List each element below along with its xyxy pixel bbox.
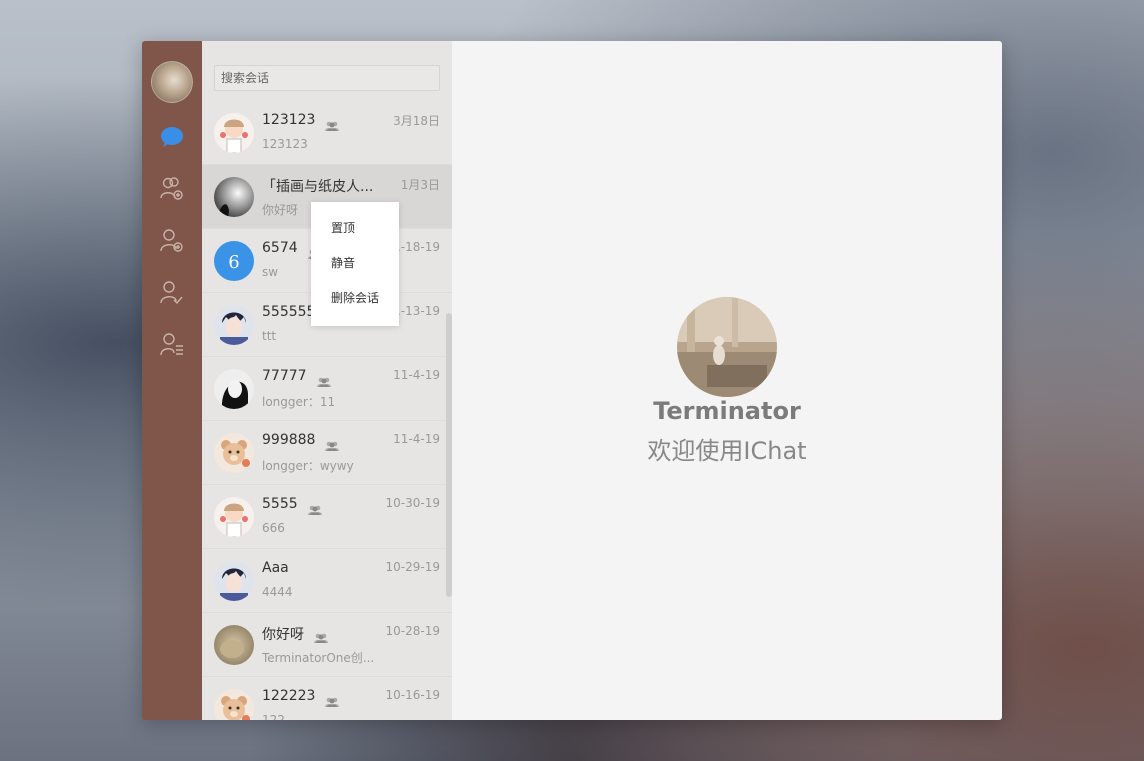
conversation-date: 1月3日 xyxy=(400,178,440,192)
conversation-avatar xyxy=(214,113,254,153)
conversation-avatar xyxy=(214,625,254,665)
conversation-preview: 123123 xyxy=(262,137,308,151)
context-menu: 置顶 静音 删除会话 xyxy=(311,202,399,326)
conversation-name: 6574 xyxy=(262,240,298,256)
conversation-avatar xyxy=(214,689,254,720)
conversation-date: 11-4-19 xyxy=(393,368,440,382)
conversation-avatar: 6 xyxy=(214,241,254,281)
group-chat-icon xyxy=(308,500,322,515)
conversation-preview: longger：11 xyxy=(262,395,336,409)
conversation-name: Aaa xyxy=(262,560,289,576)
conversation-preview: 122 xyxy=(262,713,285,720)
welcome-name: Terminator xyxy=(653,397,801,425)
group-chat-icon xyxy=(314,628,328,643)
conversation-avatar xyxy=(214,369,254,409)
conversation-date: 11-4-19 xyxy=(393,432,440,446)
conversation-date: 10-30-19 xyxy=(385,496,440,510)
group-icon xyxy=(159,176,185,202)
conversation-date: 10-29-19 xyxy=(385,560,440,574)
conversation-list: 123123 3月18日 123123 「插画与纸皮人... 1月3日你好呀 6 6574 1… xyxy=(202,41,452,720)
conversation-name: 5555 xyxy=(262,496,298,512)
add-friend-icon xyxy=(159,228,185,254)
nav-sidebar xyxy=(142,41,202,720)
conversation-name: 122223 xyxy=(262,688,316,704)
conversation-item[interactable]: 122223 10-16-19 122 xyxy=(202,677,452,720)
chat-app-window: 123123 3月18日 123123 「插画与纸皮人... 1月3日你好呀 6 6574 1… xyxy=(142,41,1002,720)
conversation-name: 555555 xyxy=(262,304,316,320)
menu-item-mute[interactable]: 静音 xyxy=(311,246,399,281)
group-chat-icon xyxy=(325,692,339,707)
conversation-preview: 4444 xyxy=(262,585,293,599)
nav-contacts-button[interactable] xyxy=(142,327,202,363)
nav-add-friend-button[interactable] xyxy=(142,223,202,259)
conversation-name: 你好呀 xyxy=(262,627,304,643)
conversation-name: 77777 xyxy=(262,368,307,384)
chat-icon xyxy=(160,126,184,148)
conversation-item[interactable]: 123123 3月18日 123123 xyxy=(202,101,452,165)
conversation-name: 999888 xyxy=(262,432,316,448)
conversation-item[interactable]: Aaa 10-29-19 4444 xyxy=(202,549,452,613)
my-avatar[interactable] xyxy=(151,61,193,103)
svg-text:6: 6 xyxy=(228,252,239,273)
conversation-avatar xyxy=(214,561,254,601)
conversation-preview: longger：wywy xyxy=(262,459,354,473)
conversation-date: 10-28-19 xyxy=(385,624,440,638)
main-panel: Terminator 欢迎使用IChat xyxy=(452,41,1002,720)
nav-groups-button[interactable] xyxy=(142,171,202,207)
welcome-avatar xyxy=(677,297,777,397)
welcome-text: 欢迎使用IChat xyxy=(647,437,807,465)
group-chat-icon xyxy=(317,372,331,387)
conversation-items: 123123 3月18日 123123 「插画与纸皮人... 1月3日你好呀 6 6574 1… xyxy=(202,101,452,720)
conversation-avatar xyxy=(214,177,254,217)
conversation-item[interactable]: 你好呀 10-28-19 TerminatorOne创... xyxy=(202,613,452,677)
menu-item-delete[interactable]: 删除会话 xyxy=(311,281,399,316)
conversation-item[interactable]: 77777 11-4-19 longger：11 xyxy=(202,357,452,421)
search-bar xyxy=(202,41,452,101)
conversation-preview: 你好呀 xyxy=(262,203,299,217)
nav-chat-button[interactable] xyxy=(142,119,202,155)
contacts-icon xyxy=(159,332,185,358)
conversation-preview: sw xyxy=(262,265,279,279)
conversation-preview: TerminatorOne创... xyxy=(262,651,375,665)
conversation-avatar xyxy=(214,497,254,537)
conversation-date: 10-16-19 xyxy=(385,688,440,702)
group-chat-icon xyxy=(325,116,339,131)
conversation-preview: ttt xyxy=(262,329,277,343)
conversation-item[interactable]: 5555 10-30-19 666 xyxy=(202,485,452,549)
conversation-name: 「插画与纸皮人... xyxy=(262,179,374,195)
search-input[interactable] xyxy=(214,65,440,91)
friends-icon xyxy=(159,280,185,306)
conversation-item[interactable]: 999888 11-4-19 longger：wywy xyxy=(202,421,452,485)
group-chat-icon xyxy=(325,436,339,451)
nav-friends-button[interactable] xyxy=(142,275,202,311)
conversation-name: 123123 xyxy=(262,112,316,128)
menu-item-pin[interactable]: 置顶 xyxy=(311,211,399,246)
conversation-avatar xyxy=(214,433,254,473)
conversation-avatar xyxy=(214,305,254,345)
conversation-preview: 666 xyxy=(262,521,285,535)
conversation-date: 3月18日 xyxy=(393,114,440,128)
